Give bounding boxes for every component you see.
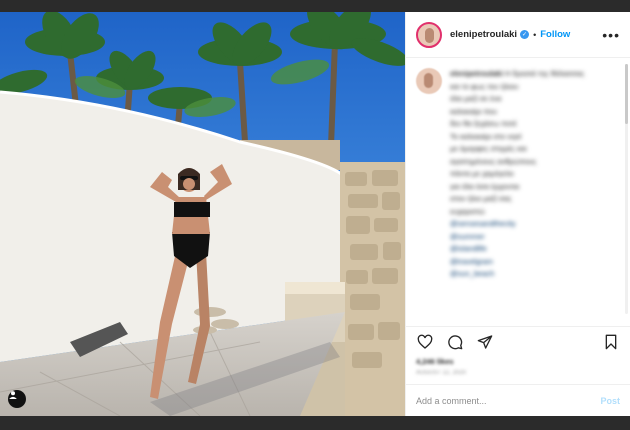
heart-icon (417, 334, 433, 349)
caption-avatar[interactable] (416, 68, 442, 94)
comment-input[interactable] (416, 395, 601, 406)
follow-button[interactable]: Follow (540, 29, 570, 40)
post-timestamp[interactable]: August 12, 2020 (406, 370, 630, 384)
separator-dot: • (533, 29, 537, 40)
username-link[interactable]: elenipetroulaki (450, 29, 517, 40)
more-icon[interactable]: ••• (602, 28, 620, 42)
user-tag-button[interactable] (8, 390, 26, 408)
caption-text: elenipetroulaki Η δροσιά της θάλασσας κα… (450, 68, 620, 281)
comments-scrollbar-thumb[interactable] (625, 64, 628, 124)
avatar[interactable] (416, 21, 442, 48)
caption-hashtag[interactable]: @travelgram (450, 256, 620, 269)
comment-button[interactable] (446, 333, 464, 351)
caption-line: αγαπημένους ανθρώπους (450, 156, 537, 166)
caption: elenipetroulaki Η δροσιά της θάλασσας κα… (416, 68, 620, 281)
post-modal: elenipetroulaki ✓ • Follow ••• elenipetr… (0, 12, 630, 416)
user-tag-icon (9, 391, 17, 399)
caption-line: Η δροσιά της θάλασσας (505, 69, 585, 78)
save-button[interactable] (602, 333, 620, 351)
caption-hashtag[interactable]: @sun_beach (450, 268, 620, 281)
post-side-panel: elenipetroulaki ✓ • Follow ••• elenipetr… (405, 12, 630, 416)
caption-hashtag[interactable]: @summer (450, 231, 620, 244)
caption-line: ευχαριστώ (450, 206, 485, 216)
caption-line: στον ήλιο μαζί σας (450, 194, 512, 203)
like-button[interactable] (416, 333, 434, 351)
post-header: elenipetroulaki ✓ • Follow ••• (406, 12, 630, 58)
caption-line: για όλα όσα έρχονται (450, 181, 520, 191)
comments-area[interactable]: elenipetroulaki Η δροσιά της θάλασσας κα… (406, 58, 630, 326)
photo-illustration (0, 12, 405, 416)
caption-username[interactable]: elenipetroulaki (450, 69, 503, 78)
bookmark-icon (605, 334, 617, 349)
post-comment-button[interactable]: Post (600, 396, 620, 406)
share-icon (477, 334, 493, 349)
post-photo[interactable] (0, 12, 405, 416)
verified-badge-icon: ✓ (520, 30, 530, 39)
browser-top-bar (0, 0, 630, 12)
comment-icon (448, 334, 463, 349)
likes-count[interactable]: 4,246 likes (406, 356, 630, 370)
caption-line: με όμορφες στιγμές και (450, 144, 527, 153)
caption-hashtag[interactable]: @islandlife (450, 243, 620, 256)
browser-bottom-bar (0, 416, 630, 430)
caption-hashtag[interactable]: @sensesandthecity (450, 218, 620, 231)
caption-line: δεν θα ξεχάσω ποτέ (450, 119, 517, 128)
caption-line: όλα μαζί σε ένα (450, 94, 502, 103)
add-comment-bar: Post (406, 384, 630, 416)
share-button[interactable] (476, 333, 494, 351)
caption-line: καλοκαίρι που (450, 106, 497, 116)
caption-line: Το καλοκαίρι στο νησί (450, 131, 522, 141)
caption-line: πάντα με χαμόγελο (450, 169, 514, 178)
action-bar (406, 326, 630, 356)
caption-line: και το φως του ήλιου (450, 81, 519, 91)
